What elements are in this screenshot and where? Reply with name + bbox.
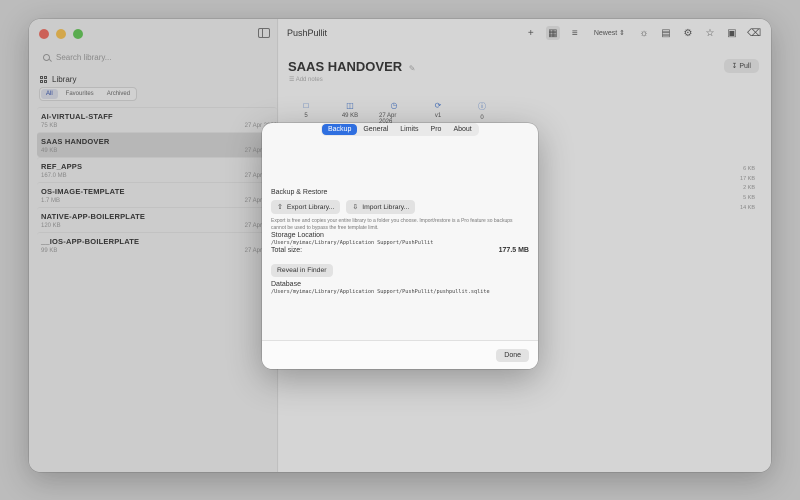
storage-location-label: Storage Location [271, 232, 324, 239]
total-size-label: Total size: [271, 247, 303, 254]
settings-tabs: Backup General Limits Pro About [321, 123, 479, 136]
database-label: Database [271, 281, 301, 288]
reveal-in-finder-button[interactable]: Reveal in Finder [271, 264, 333, 277]
backup-buttons: ⇧ Export Library... ⇩ Import Library... [271, 200, 529, 214]
backup-panel: Backup & Restore ⇧ Export Library... ⇩ Imp… [271, 189, 529, 295]
import-library-button[interactable]: ⇩ Import Library... [346, 200, 416, 214]
import-label: Import Library... [362, 203, 410, 211]
total-size-row: Total size: 177.5 MB [271, 247, 529, 254]
export-icon: ⇧ [277, 204, 283, 211]
total-size-value: 177.5 MB [498, 247, 529, 254]
tab-backup[interactable]: Backup [322, 124, 358, 135]
export-library-button[interactable]: ⇧ Export Library... [271, 200, 341, 214]
import-icon: ⇩ [352, 204, 359, 211]
export-label: Export Library... [286, 203, 335, 211]
storage-path: /Users/myimac/Library/Application Suppor… [271, 240, 434, 246]
section-title: Backup & Restore [271, 189, 328, 196]
tab-about[interactable]: About [447, 124, 477, 135]
tab-general[interactable]: General [357, 124, 394, 135]
dialog-footer: Done [262, 340, 538, 369]
backup-note: Export is free and copies your entire li… [271, 218, 513, 231]
tab-pro[interactable]: Pro [425, 124, 448, 135]
settings-dialog: Backup General Limits Pro About Backup &… [262, 123, 538, 369]
tab-limits[interactable]: Limits [394, 124, 424, 135]
database-path: /Users/myimac/Library/Application Suppor… [271, 289, 490, 295]
done-button[interactable]: Done [496, 349, 529, 362]
